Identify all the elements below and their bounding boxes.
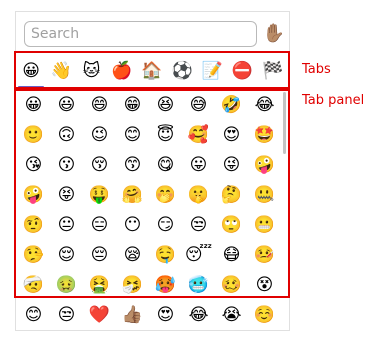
frequent-emoji-row: 😊 😒 ❤️ 👍🏽 😍 😂 😭 ☺️ (17, 300, 285, 330)
skin-tone-button[interactable]: ✋🏽 (262, 22, 286, 46)
frequent-emoji-cell[interactable]: 👍🏽 (116, 300, 149, 330)
frequent-emoji-cell[interactable]: 😂 (182, 300, 215, 330)
frequent-emoji-cell[interactable]: ❤️ (83, 300, 116, 330)
search-input[interactable] (24, 21, 257, 47)
frequent-emoji-cell[interactable]: 😒 (50, 300, 83, 330)
tabs-annotation-label: Tabs (302, 62, 331, 77)
tab-panel-annotation-box (14, 89, 290, 298)
frequent-emoji-cell[interactable]: 😍 (149, 300, 182, 330)
frequent-emoji-cell[interactable]: 😊 (17, 300, 50, 330)
tab-panel-annotation-label: Tab panel (302, 93, 365, 108)
hand-icon: ✋🏽 (262, 23, 286, 44)
frequent-emoji-cell[interactable]: ☺️ (248, 300, 281, 330)
frequent-emoji-cell[interactable]: 😭 (215, 300, 248, 330)
tabs-annotation-box (14, 51, 290, 89)
